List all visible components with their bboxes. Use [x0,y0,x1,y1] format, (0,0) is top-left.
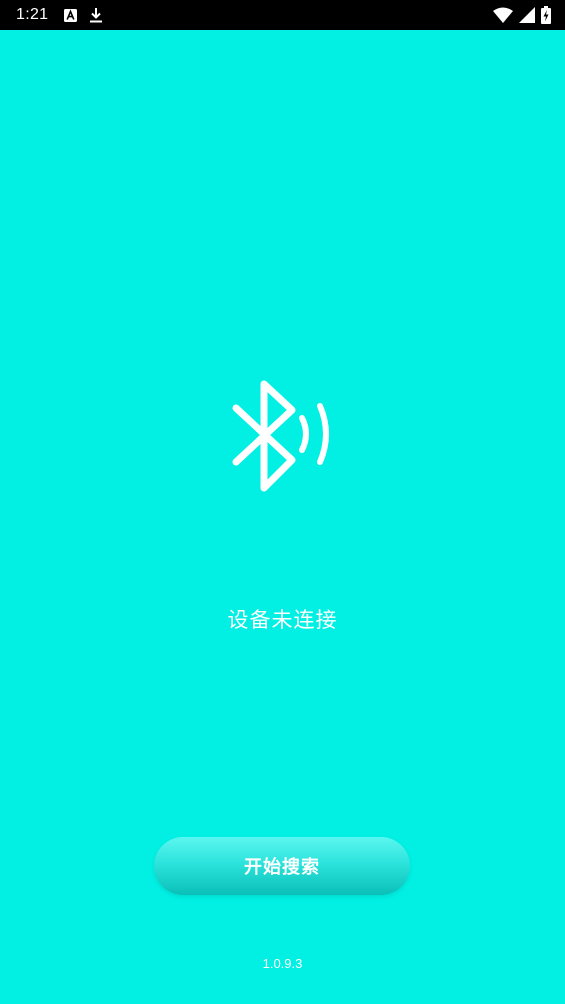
status-bar: 1:21 [0,0,565,30]
start-search-button[interactable]: 开始搜索 [154,837,410,895]
status-time: 1:21 [16,6,49,23]
status-bar-right [493,6,551,24]
status-bar-left: 1:21 [16,6,103,24]
connection-status-text: 设备未连接 [227,608,338,632]
app-version: 1.0.9.3 [262,956,303,971]
font-a-icon [64,8,78,22]
battery-charging-icon [541,6,551,24]
signal-icon [519,7,535,23]
download-icon [90,8,103,23]
wifi-icon [493,7,513,23]
bluetooth-searching-icon [232,380,329,492]
